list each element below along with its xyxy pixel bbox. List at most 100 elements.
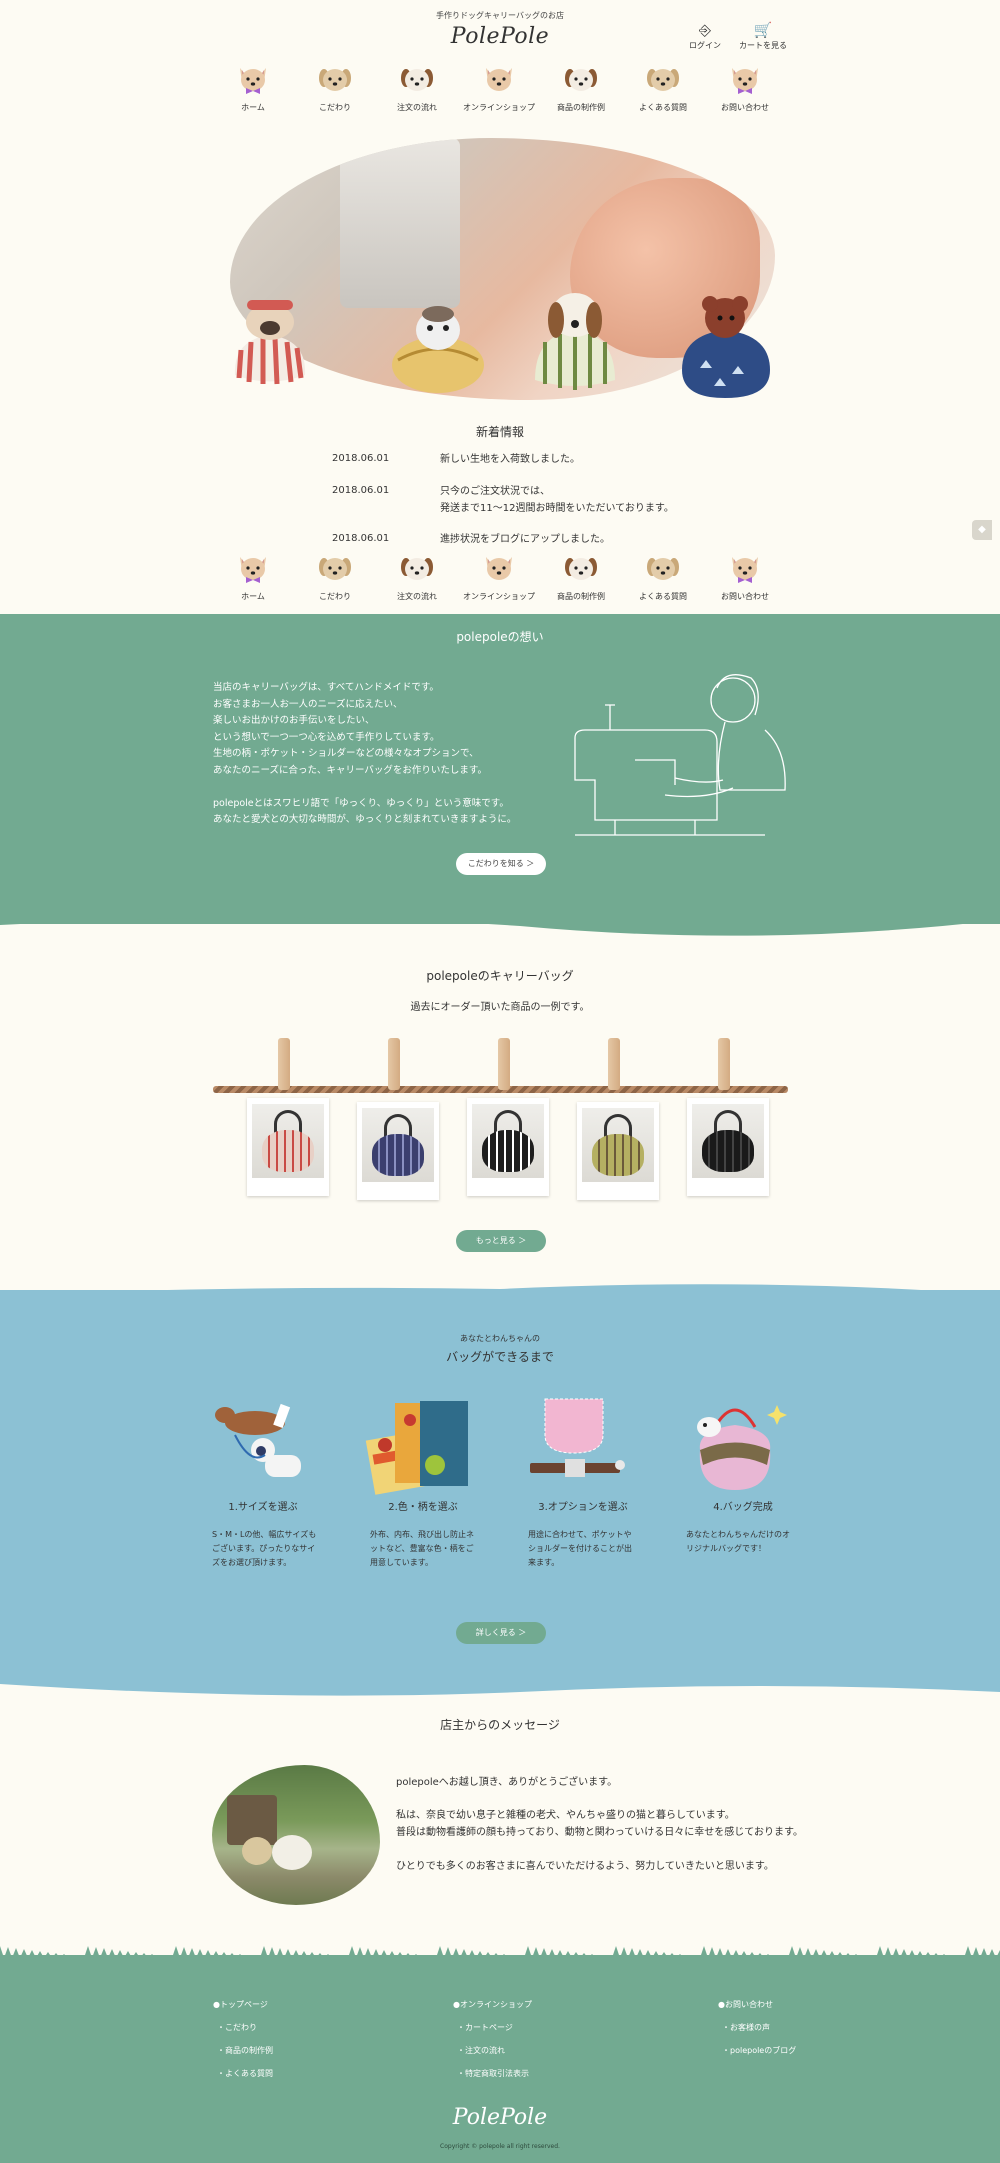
nav-item[interactable]: お問い合わせ — [704, 553, 786, 602]
nav-item[interactable]: こだわり — [294, 553, 376, 602]
cart-button[interactable]: 🛒 カートを見る — [738, 20, 788, 51]
step-option-illustration — [530, 1398, 625, 1477]
dog-face-icon — [726, 64, 764, 98]
footer-link[interactable]: ・カートページ — [457, 2022, 513, 2033]
footer-link[interactable]: ・よくある質問 — [217, 2068, 273, 2079]
step-description: あなたとわんちゃんだけのオ リジナルバッグです！ — [686, 1530, 790, 1553]
bag-photo[interactable] — [247, 1098, 329, 1196]
shih-tzu-bag-illustration — [392, 306, 484, 393]
nav-label: よくある質問 — [639, 592, 687, 601]
footer-heading-link[interactable]: ●オンラインショップ — [453, 1999, 532, 2010]
footer-logo[interactable]: PolePole — [0, 2105, 1000, 2130]
green-wave-divider — [0, 900, 1000, 936]
dog-face-icon — [644, 553, 682, 587]
step-title: 3.オプションを選ぶ — [538, 1502, 628, 1513]
cart-label: カートを見る — [739, 41, 787, 50]
pug-bag-illustration — [234, 300, 306, 385]
nav-label: ホーム — [241, 592, 265, 601]
copyright: Copyright © polepole all right reserved. — [440, 2143, 560, 2150]
bag-photo[interactable] — [687, 1098, 769, 1196]
nav-item[interactable]: こだわり — [294, 64, 376, 113]
dog-face-icon — [480, 64, 518, 98]
step-complete-illustration — [697, 1405, 787, 1490]
message-line: ひとりでも多くのお客さまに喜んでいただけるよう、努力していきたいと思います。 — [396, 1861, 774, 1872]
nav-item[interactable]: 商品の制作例 — [540, 553, 622, 602]
poodle-bag-illustration — [682, 296, 770, 398]
nav-item[interactable]: オンラインショップ — [458, 553, 540, 602]
nav-label: こだわり — [319, 103, 351, 112]
news-line: 只今のご注文状況では、 — [440, 486, 550, 497]
nav-item[interactable]: お問い合わせ — [704, 64, 786, 113]
login-button[interactable]: ⎆ ログイン — [680, 20, 730, 51]
news-item[interactable]: 只今のご注文状況では、 発送まで11〜12週間お時間をいただいております。 — [440, 483, 674, 517]
omoi-title: polepoleの想い — [456, 630, 544, 644]
step-fabric-illustration — [365, 1401, 468, 1495]
footer — [0, 1955, 1000, 2163]
footer-heading-link[interactable]: ●お問い合わせ — [718, 1999, 773, 2010]
nav-label: 商品の制作例 — [557, 103, 605, 112]
sticky-nav: ホーム こだわり 注文の流れ オンラインショップ 商品の制作例 よくある質問 お問い合わせ — [0, 553, 1000, 613]
footer-heading-link[interactable]: ●トップページ — [213, 1999, 268, 2010]
dog-face-icon — [234, 64, 272, 98]
footer-link[interactable]: ・こだわり — [217, 2022, 257, 2033]
side-tab-icon[interactable]: ◆ — [972, 520, 992, 540]
site-tagline: 手作りドッグキャリーバッグのお店 — [436, 11, 564, 20]
kodawari-button[interactable]: こだわりを知る ＞ — [456, 853, 546, 875]
bags-subtitle: 過去にオーダー頂いた商品の一例です。 — [410, 1002, 590, 1013]
clothespin-decoration — [278, 1038, 290, 1090]
dog-face-icon — [644, 64, 682, 98]
footer-link[interactable]: ・お客様の声 — [722, 2022, 770, 2033]
nav-item[interactable]: 注文の流れ — [376, 64, 458, 113]
news-title: 新着情報 — [475, 425, 524, 439]
nav-label: お問い合わせ — [721, 103, 769, 112]
process-title: バッグができるまで — [446, 1350, 554, 1364]
step-title: 4.バッグ完成 — [713, 1502, 773, 1513]
step-size-illustration — [215, 1403, 301, 1477]
footer-link[interactable]: ・商品の制作例 — [217, 2045, 273, 2056]
sewing-woman-illustration — [574, 674, 786, 836]
nav-item[interactable]: オンラインショップ — [458, 64, 540, 113]
clothespin-decoration — [608, 1038, 620, 1090]
bags-title: polepoleのキャリーバッグ — [426, 969, 574, 983]
news-line: 進捗状況をブログにアップしました。 — [440, 534, 610, 545]
cart-icon: 🛒 — [753, 21, 773, 39]
nav-item[interactable]: よくある質問 — [622, 64, 704, 113]
dog-face-icon — [726, 553, 764, 587]
dog-face-icon — [562, 553, 600, 587]
nav-label: お問い合わせ — [721, 592, 769, 601]
nav-label: こだわり — [319, 592, 351, 601]
clothespin-decoration — [388, 1038, 400, 1090]
bag-photo[interactable] — [577, 1102, 659, 1200]
news-line: 発送まで11〜12週間お時間をいただいております。 — [440, 503, 674, 514]
footer-link[interactable]: ・特定商取引法表示 — [457, 2068, 529, 2079]
message-line: 私は、奈良で幼い息子と雑種の老犬、やんちゃ盛りの猫と暮らしています。 — [396, 1810, 735, 1821]
step-title: 2.色・柄を選ぶ — [388, 1502, 458, 1513]
nav-label: 商品の制作例 — [557, 592, 605, 601]
dog-face-icon — [398, 64, 436, 98]
bag-photo[interactable] — [467, 1098, 549, 1196]
blue-wave-bottom — [0, 1670, 1000, 1696]
login-icon: ⎆ — [698, 21, 711, 39]
message-title: 店主からのメッセージ — [440, 1718, 560, 1732]
omoi-text: 当店のキャリーバッグは、すべてハンドメイドです。 お客さまお一人お一人のニーズに… — [213, 682, 517, 825]
news-line: 新しい生地を入荷致しました。 — [440, 454, 580, 465]
dog-face-icon — [398, 553, 436, 587]
detail-button[interactable]: 詳しく見る ＞ — [456, 1622, 546, 1644]
footer-link[interactable]: ・polepoleのブログ — [722, 2045, 796, 2056]
nav-item[interactable]: ホーム — [212, 64, 294, 113]
nav-item[interactable]: ホーム — [212, 553, 294, 602]
site-logo[interactable]: PolePole — [0, 24, 1000, 49]
footer-link[interactable]: ・注文の流れ — [457, 2045, 505, 2056]
news-item[interactable]: 進捗状況をブログにアップしました。 — [440, 531, 610, 548]
news-item[interactable]: 新しい生地を入荷致しました。 — [440, 451, 580, 468]
more-button[interactable]: もっと見る ＞ — [456, 1230, 546, 1252]
dog-face-icon — [316, 553, 354, 587]
bag-photo[interactable] — [357, 1102, 439, 1200]
nav-item[interactable]: よくある質問 — [622, 553, 704, 602]
nav-item[interactable]: 商品の制作例 — [540, 64, 622, 113]
nav-label: 注文の流れ — [397, 592, 437, 601]
news-date: 2018.06.01 — [332, 533, 390, 544]
nav-item[interactable]: 注文の流れ — [376, 553, 458, 602]
process-subtitle: あなたとわんちゃんの — [460, 1334, 540, 1343]
message-line: 普段は動物看護師の顔も持っており、動物と関わっていける日々に幸せを感じております… — [396, 1827, 803, 1838]
